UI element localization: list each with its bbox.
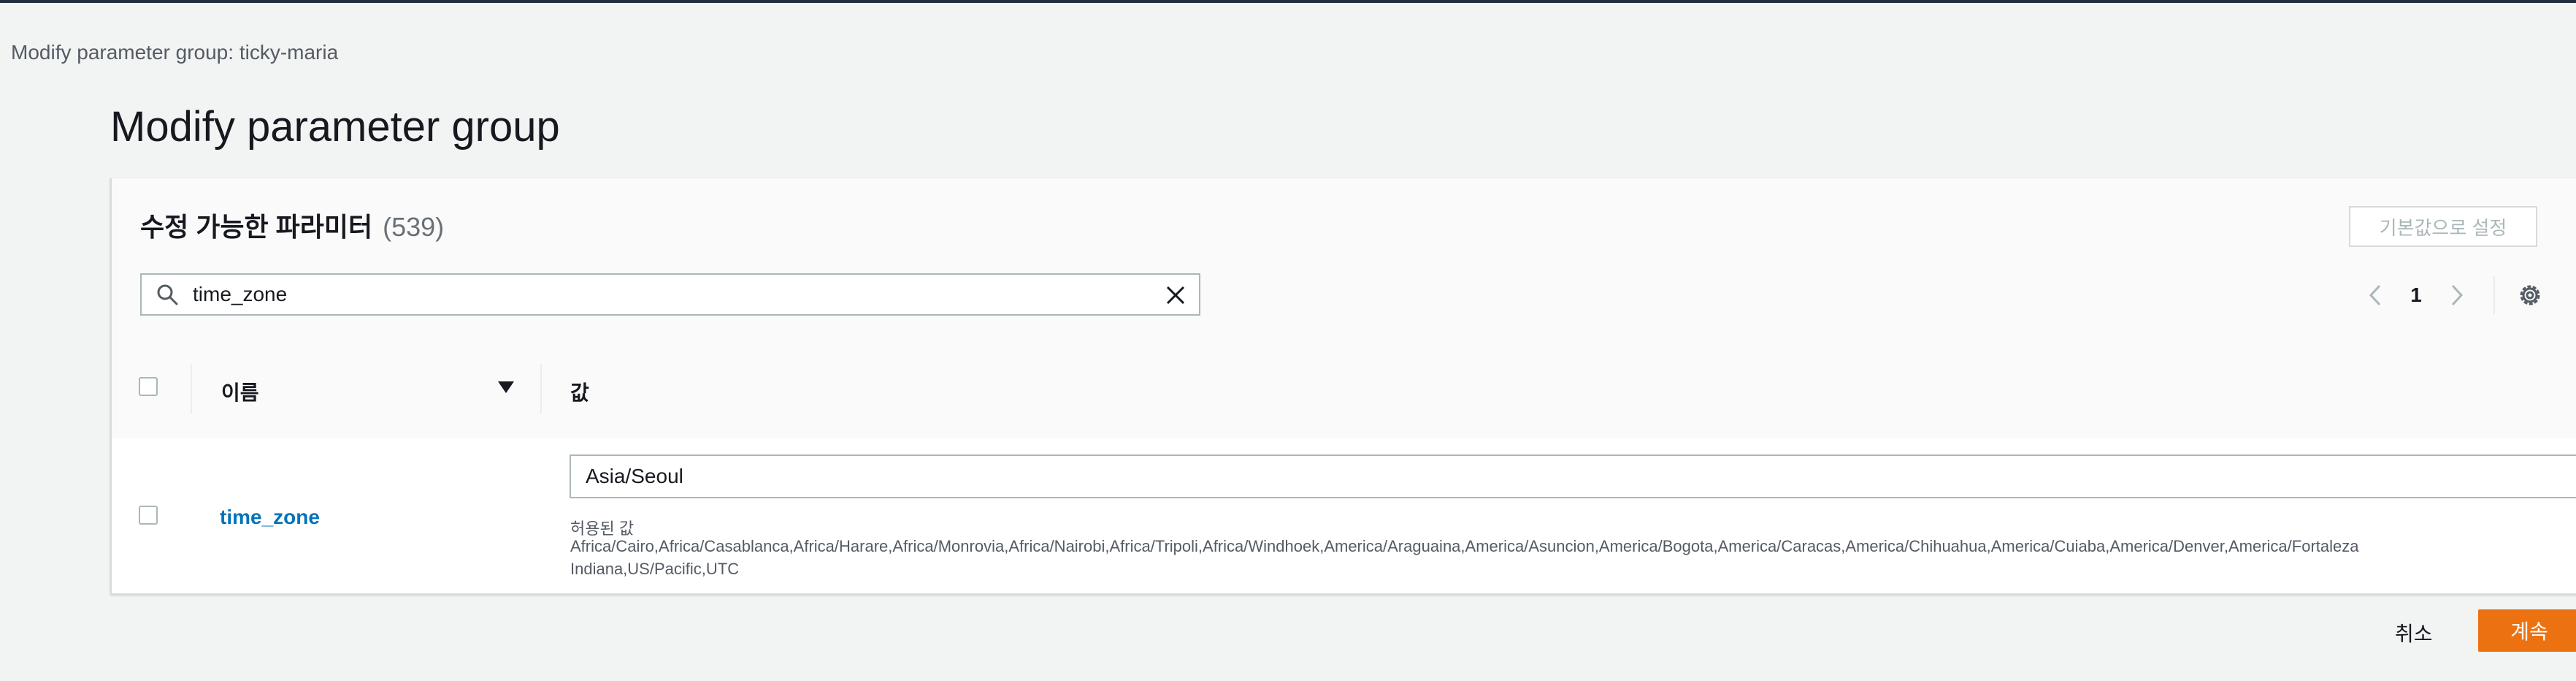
select-all-checkbox[interactable] <box>139 377 158 396</box>
breadcrumb: Modify parameter group: ticky-maria <box>11 41 339 64</box>
allowed-values-text: Africa/Cairo,Africa/Casablanca,Africa/Ha… <box>570 537 2359 578</box>
chevron-left-icon <box>2369 284 2381 306</box>
next-page-button[interactable] <box>2442 281 2472 310</box>
parameter-count: (539) <box>383 212 445 242</box>
previous-page-button[interactable] <box>2361 281 2390 310</box>
gear-icon[interactable] <box>2515 281 2545 310</box>
parameter-value-input[interactable] <box>570 454 2576 498</box>
current-page-number[interactable]: 1 <box>2390 284 2442 307</box>
panel-title-text: 수정 가능한 파라미터 <box>140 212 373 242</box>
reset-to-default-button[interactable]: 기본값으로 설정 <box>2349 206 2537 247</box>
column-header-value[interactable]: 값 <box>570 377 589 406</box>
panel-header: 수정 가능한 파라미터 (539) 기본값으로 설정 1 <box>112 178 2576 340</box>
column-header-name[interactable]: 이름 <box>221 377 259 406</box>
top-navigation-bar <box>0 0 2576 3</box>
parameter-name-link[interactable]: time_zone <box>220 506 320 529</box>
column-divider <box>540 364 542 414</box>
cancel-button[interactable]: 취소 <box>2395 618 2433 647</box>
divider <box>2493 276 2495 314</box>
parameters-panel: 수정 가능한 파라미터 (539) 기본값으로 설정 1 <box>110 178 2576 595</box>
row-checkbox[interactable] <box>139 506 158 525</box>
close-icon[interactable] <box>1164 284 1187 307</box>
pagination: 1 <box>2361 276 2472 314</box>
search-input[interactable] <box>193 282 1142 307</box>
column-divider <box>191 364 192 414</box>
page-title: Modify parameter group <box>110 103 560 151</box>
search-icon <box>157 284 178 305</box>
panel-title: 수정 가능한 파라미터 (539) <box>140 206 444 244</box>
chevron-right-icon <box>2451 284 2464 306</box>
caret-down-icon[interactable] <box>497 379 515 395</box>
table-header: 이름 값 <box>112 339 2576 440</box>
continue-button[interactable]: 계속 <box>2478 609 2576 652</box>
table-row: time_zone 허용된 값 Africa/Cairo,Africa/Casa… <box>112 438 2576 593</box>
search-field[interactable] <box>140 273 1200 316</box>
